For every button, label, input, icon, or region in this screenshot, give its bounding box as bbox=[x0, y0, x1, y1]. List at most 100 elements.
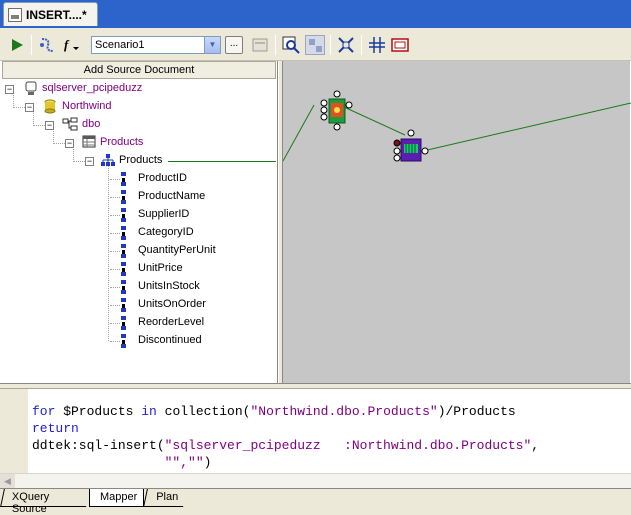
mapper-diagram bbox=[283, 90, 631, 162]
tab-xquery-source[interactable]: XQuery Source bbox=[0, 489, 90, 515]
properties-button[interactable] bbox=[250, 35, 270, 55]
tree-connector bbox=[110, 269, 120, 270]
run-button[interactable] bbox=[7, 35, 27, 55]
table-label: Products bbox=[100, 136, 144, 148]
field-icon bbox=[121, 244, 126, 260]
field-icon bbox=[121, 226, 126, 242]
tab-mapper[interactable]: Mapper bbox=[89, 489, 144, 507]
row-element-icon bbox=[101, 154, 115, 166]
field-icon bbox=[121, 334, 126, 350]
align-button[interactable] bbox=[367, 35, 387, 55]
tree-node-database[interactable]: − Northwind bbox=[24, 99, 174, 115]
mapping-link-line bbox=[168, 161, 276, 162]
fit-button[interactable] bbox=[336, 35, 356, 55]
tree-node-field[interactable]: UnitPrice bbox=[110, 261, 250, 277]
code-text[interactable]: for $Products in collection("Northwind.d… bbox=[32, 403, 539, 471]
scroll-left-arrow-icon[interactable]: ◀ bbox=[0, 474, 15, 488]
collapse-toggle[interactable]: − bbox=[45, 121, 54, 130]
tree-connector bbox=[110, 215, 120, 216]
preview-button[interactable] bbox=[390, 35, 410, 55]
tree-connector bbox=[110, 323, 120, 324]
tab-plan[interactable]: Plan bbox=[143, 489, 187, 507]
horizontal-scrollbar[interactable]: ◀ bbox=[0, 473, 631, 488]
collapse-toggle[interactable]: − bbox=[85, 157, 94, 166]
xquery-code-editor[interactable]: for $Products in collection("Northwind.d… bbox=[0, 388, 631, 474]
schema-label: dbo bbox=[82, 118, 101, 130]
mapper-canvas[interactable] bbox=[283, 61, 631, 383]
toolbar-separator bbox=[31, 35, 32, 55]
grid-icon bbox=[309, 39, 322, 52]
tree-node-schema[interactable]: − dbo bbox=[44, 117, 164, 133]
editor-gutter bbox=[0, 389, 28, 474]
source-tree-panel: Add Source Document − sqlserver_pcipeduz… bbox=[0, 61, 278, 383]
tree-node-field[interactable]: QuantityPerUnit bbox=[110, 243, 250, 259]
database-icon bbox=[44, 99, 56, 114]
mapping-link-line bbox=[343, 106, 406, 136]
field-icon bbox=[121, 208, 126, 224]
tree-node-server[interactable]: − sqlserver_pcipeduzz bbox=[4, 81, 204, 97]
tree-node-field[interactable]: CategoryID bbox=[110, 225, 250, 241]
schema-icon bbox=[62, 117, 78, 131]
field-label: QuantityPerUnit bbox=[138, 244, 216, 256]
database-label: Northwind bbox=[62, 100, 112, 112]
tree-node-field[interactable]: SupplierID bbox=[110, 207, 250, 223]
find-icon bbox=[282, 36, 300, 54]
find-button[interactable] bbox=[281, 35, 301, 55]
code-keyword: for bbox=[32, 404, 56, 419]
step-button[interactable] bbox=[37, 35, 57, 55]
collapse-toggle[interactable]: − bbox=[5, 85, 14, 94]
collapse-toggle[interactable]: − bbox=[25, 103, 34, 112]
scenario-select[interactable]: Scenario1 ▼ bbox=[91, 36, 221, 54]
tree-node-field[interactable]: ProductName bbox=[110, 189, 250, 205]
document-tab-strip: INSERT....* bbox=[0, 0, 631, 28]
add-source-document-button[interactable]: Add Source Document bbox=[2, 61, 276, 79]
field-icon bbox=[121, 172, 126, 188]
code-string: "sqlserver_pcipeduzz :Northwind.dbo.Prod… bbox=[164, 438, 532, 453]
code-text-segment: collection( bbox=[156, 404, 251, 419]
field-label: ProductName bbox=[138, 190, 206, 202]
field-label: ProductID bbox=[138, 172, 187, 184]
tree-node-field[interactable]: Discontinued bbox=[110, 333, 250, 349]
tree-node-row[interactable]: − Products bbox=[84, 153, 174, 169]
table-icon bbox=[82, 135, 96, 148]
code-text-segment: )/Products bbox=[437, 404, 516, 419]
tree-node-field[interactable]: UnitsOnOrder bbox=[110, 297, 250, 313]
tree-connector bbox=[110, 179, 120, 180]
field-icon bbox=[121, 280, 126, 296]
tree-connector bbox=[110, 341, 120, 342]
run-icon bbox=[12, 39, 23, 51]
tab-label: Mapper bbox=[100, 491, 138, 503]
field-icon bbox=[121, 262, 126, 278]
step-icon bbox=[40, 38, 54, 52]
field-label: SupplierID bbox=[138, 208, 190, 220]
properties-icon bbox=[252, 38, 268, 52]
code-text-segment: , bbox=[531, 438, 540, 453]
field-label: UnitsInStock bbox=[138, 280, 200, 292]
database-server-icon bbox=[25, 81, 37, 95]
code-keyword: return bbox=[32, 421, 79, 436]
tree-node-field[interactable]: ProductID bbox=[110, 171, 250, 187]
mapping-link-line bbox=[283, 104, 315, 162]
collapse-toggle[interactable]: − bbox=[65, 139, 74, 148]
field-label: Discontinued bbox=[138, 334, 202, 346]
field-icon bbox=[121, 298, 126, 314]
tree-node-field[interactable]: ReorderLevel bbox=[110, 315, 250, 331]
tree-connector bbox=[110, 197, 120, 198]
code-text-segment: $Products bbox=[55, 404, 142, 419]
preview-icon bbox=[391, 38, 409, 52]
scenario-settings-button[interactable]: ... bbox=[225, 36, 243, 54]
collection-function-node bbox=[320, 90, 353, 131]
view-tabs: XQuery Source Mapper Plan bbox=[0, 488, 631, 515]
field-label: UnitPrice bbox=[138, 262, 183, 274]
tree-node-table[interactable]: − Products bbox=[64, 135, 194, 151]
function-button[interactable]: f bbox=[62, 35, 82, 55]
document-tab[interactable]: INSERT....* bbox=[3, 2, 98, 26]
tree-connector bbox=[110, 305, 120, 306]
field-icon bbox=[121, 316, 126, 332]
align-icon bbox=[369, 37, 385, 53]
toolbar-separator bbox=[361, 35, 362, 55]
chevron-down-icon[interactable]: ▼ bbox=[204, 37, 220, 53]
grid-toggle-button[interactable] bbox=[305, 35, 325, 55]
tree-node-field[interactable]: UnitsInStock bbox=[110, 279, 250, 295]
